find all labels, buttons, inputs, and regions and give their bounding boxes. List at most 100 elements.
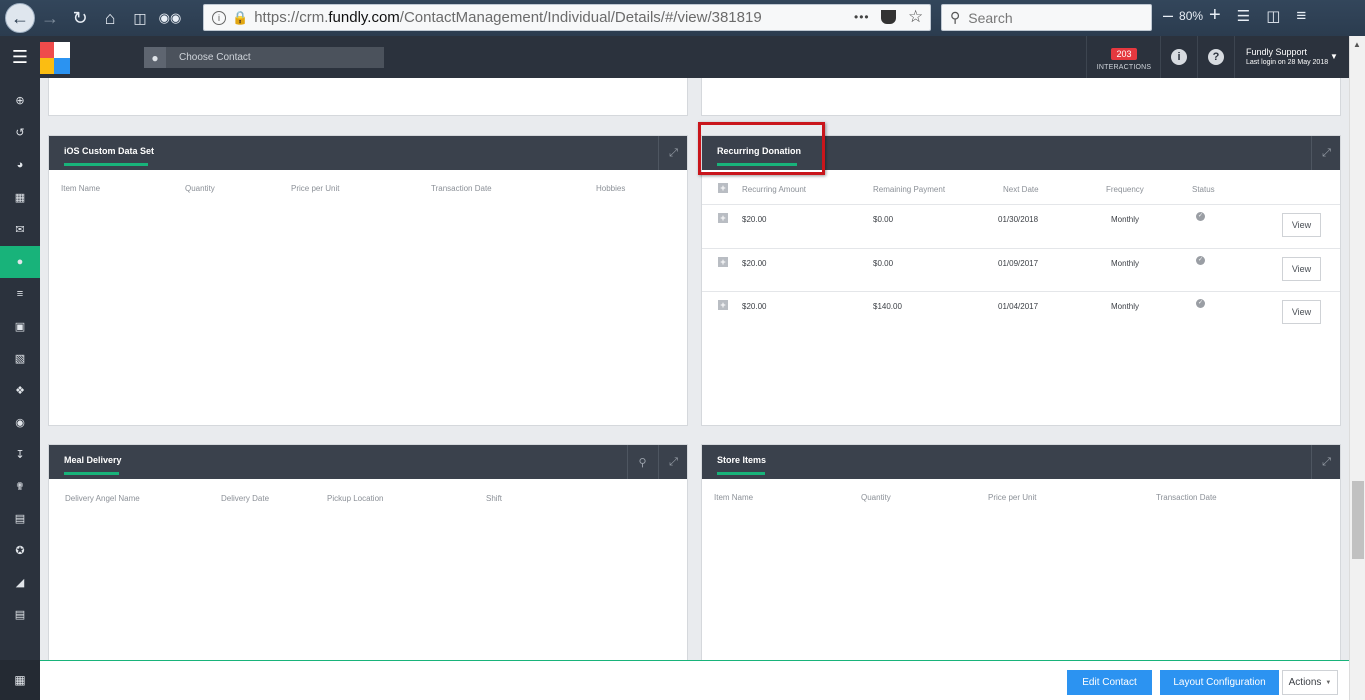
mask-icon[interactable]: ◉◉ [155,3,185,33]
status-check-icon: ✓ [1196,256,1205,265]
forward-button[interactable]: → [35,3,65,33]
download-icon[interactable]: ↧ [0,438,40,470]
zoom-controls: – 80% + ☰ ◫ ≡ [1163,4,1306,27]
view-button[interactable]: View [1282,300,1321,324]
dashboard-icon[interactable]: ◕ [0,149,40,181]
recurring-amount: $20.00 [742,259,767,268]
page-scrollbar[interactable]: ▲ [1349,36,1365,700]
user-name: Fundly Support [1246,47,1308,57]
title-underline [64,163,148,166]
next-date: 01/30/2018 [998,215,1039,224]
report-icon[interactable]: ▤ [0,598,40,630]
column-header: Item Name [714,493,754,502]
frequency: Monthly [1111,259,1140,268]
scroll-thumb[interactable] [1352,481,1364,559]
column-header: Quantity [185,184,215,193]
interactions-label: INTERACTIONS [1096,64,1152,71]
fundly-logo[interactable] [38,42,70,74]
view-button[interactable]: View [1282,257,1321,281]
url-bar[interactable]: i 🔒 https://crm.fundly.com/ContactManage… [203,4,931,31]
choose-contact-input[interactable]: ● Choose Contact [144,47,384,68]
home-button[interactable]: ⌂ [95,3,125,33]
column-header: Delivery Angel Name [65,494,140,503]
status-check-icon: ✓ [1196,299,1205,308]
frequency: Monthly [1111,302,1140,311]
user-menu[interactable]: Fundly Support Last login on 28 May 2018 [1246,47,1328,66]
interactions-button[interactable]: 203 INTERACTIONS [1091,44,1157,71]
scroll-up-icon[interactable]: ▲ [1353,40,1361,49]
info-icon[interactable]: i [1171,49,1187,65]
column-header: Next Date [1003,185,1039,194]
column-header: Item Name [61,184,101,193]
edit-contact-button[interactable]: Edit Contact [1067,670,1152,695]
column-header: Price per Unit [291,184,340,193]
id-card-icon[interactable]: ▤ [0,502,40,534]
contacts-icon[interactable]: ● [0,246,40,278]
ios-custom-data-panel: iOS Custom Data Set ⤢ Item Name Quantity… [48,135,688,426]
mail-icon[interactable]: ✉ [0,213,40,245]
browser-search-input[interactable]: ⚲ Search [941,4,1152,31]
back-button[interactable]: ← [5,3,35,33]
zoom-in-button[interactable]: + [1209,4,1221,27]
column-header: Status [1192,185,1215,194]
expand-row-icon[interactable]: + [718,300,728,310]
people-icon[interactable]: ✪ [0,534,40,566]
next-date: 01/04/2017 [998,302,1039,311]
expand-icon[interactable]: ⤢ [658,445,688,479]
zoom-level[interactable]: 80% [1179,9,1203,23]
info-icon[interactable]: i [212,10,226,25]
status-check-icon: ✓ [1196,212,1205,221]
layers-icon[interactable]: ≡ [0,278,40,310]
apps-grid-icon[interactable]: ▦ [0,660,40,700]
frequency: Monthly [1111,215,1140,224]
add-icon[interactable]: ⊕ [0,84,40,116]
pocket-icon[interactable] [881,10,896,24]
library-icon[interactable]: ☰ [1237,7,1250,25]
chevron-down-icon[interactable]: ▼ [1330,52,1338,61]
expand-row-icon[interactable]: + [718,257,728,267]
expand-all-icon[interactable]: + [718,183,728,193]
actions-dropdown[interactable]: Actions ▼ [1282,670,1338,695]
recurring-donation-panel: Recurring Donation ⤢ + Recurring Amount … [701,135,1341,426]
history-icon[interactable]: ↺ [0,116,40,148]
expand-row-icon[interactable]: + [718,213,728,223]
expand-icon[interactable]: ⤢ [658,136,688,170]
money-bag-icon[interactable]: ◉ [0,406,40,438]
help-icon[interactable]: ? [1208,49,1224,65]
chart-icon[interactable]: ◢ [0,566,40,598]
sidebar-toggle-icon[interactable]: ◫ [1266,7,1280,25]
handshake-icon[interactable]: ❖ [0,374,40,406]
interactions-badge: 203 [1111,48,1137,60]
calendar-icon[interactable]: ▧ [0,342,40,374]
layout-configuration-button[interactable]: Layout Configuration [1160,670,1279,695]
search-icon[interactable]: ⚲ [627,445,657,479]
panel-title: Store Items [717,455,767,465]
zoom-out-button[interactable]: – [1163,5,1173,26]
column-header: Transaction Date [431,184,492,193]
column-header: Shift [486,494,503,503]
building-icon[interactable]: ▣ [0,310,40,342]
row-divider [702,291,1340,292]
column-header: Frequency [1106,185,1144,194]
recurring-amount: $20.00 [742,215,767,224]
utensils-icon[interactable]: ✟ [0,470,40,502]
screenshot-icon[interactable]: ◫ [125,3,155,33]
highlight-annotation [698,122,825,175]
reload-button[interactable]: ↻ [65,3,95,33]
column-header: Delivery Date [221,494,270,503]
panel-header: Store Items ⤢ [702,445,1340,479]
expand-icon[interactable]: ⤢ [1311,136,1341,170]
page-actions-icon[interactable]: ••• [854,10,870,24]
browser-menu-icon[interactable]: ≡ [1296,6,1306,26]
column-header: Remaining Payment [873,185,946,194]
hamburger-menu-icon[interactable]: ☰ [0,36,40,78]
last-login: Last login on 28 May 2018 [1246,59,1329,66]
expand-icon[interactable]: ⤢ [1311,445,1341,479]
view-button[interactable]: View [1282,213,1321,237]
column-header: Price per Unit [988,493,1037,502]
panel-header: Meal Delivery ⚲ ⤢ [49,445,687,479]
header-divider [1086,36,1087,78]
bookmark-star-icon[interactable]: ☆ [908,7,923,27]
column-header: Recurring Amount [742,185,807,194]
grid-icon[interactable]: ▦ [0,181,40,213]
